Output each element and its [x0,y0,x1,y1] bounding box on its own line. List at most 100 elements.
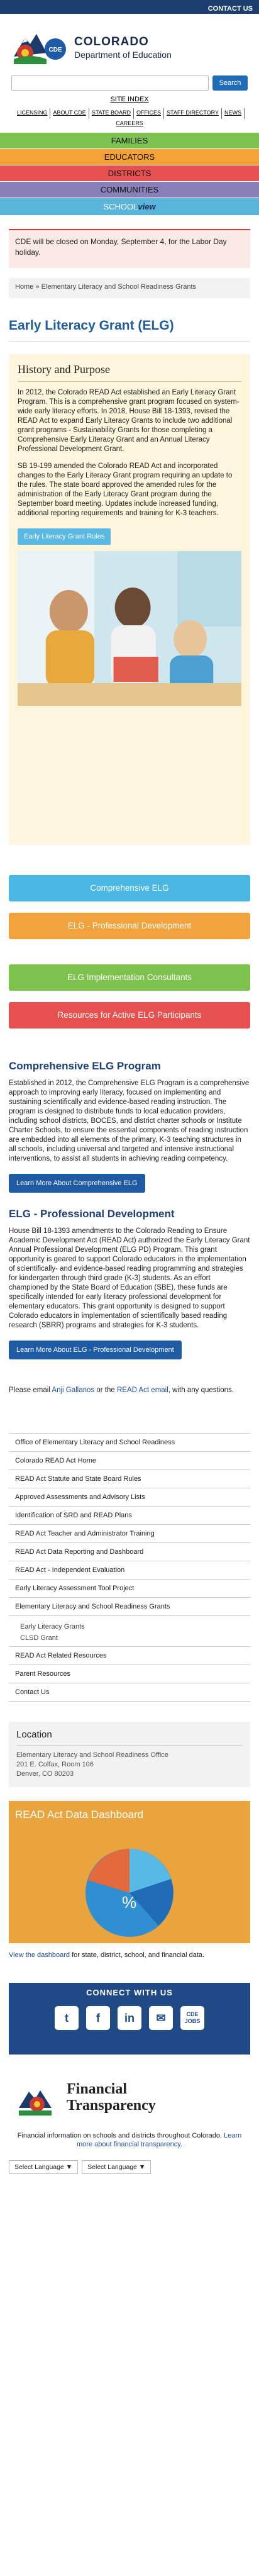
dashboard-caption: View the dashboard for state, district, … [9,1951,250,1960]
twitter-icon[interactable]: t [55,2006,79,2030]
staff-directory-link[interactable]: STAFF DIRECTORY [164,108,223,119]
dashboard-caption-rest: for state, district, school, and financi… [70,1951,205,1959]
sidebar-sub-list: Early Literacy Grants CLSD Grant [9,1616,250,1647]
location-line-3: Denver, CO 80203 [16,1770,74,1778]
location-line-1: Elementary Literacy and School Readiness… [16,1751,168,1759]
sidebar-item[interactable]: Office of Elementary Literacy and School… [9,1434,250,1452]
language-selectors: Select Language ▼ Select Language ▼ [9,2160,250,2174]
careers-link[interactable]: CAREERS [113,119,146,130]
cde-jobs-icon[interactable]: CDE JOBS [180,2006,204,2030]
sidebar-item[interactable]: Contact Us [9,1683,250,1702]
view-dashboard-link[interactable]: View the dashboard [9,1951,70,1959]
sidebar-item[interactable]: READ Act Statute and State Board Rules [9,1470,250,1488]
sidebar-item-active[interactable]: Elementary Literacy and School Readiness… [9,1598,250,1616]
nav-families[interactable]: FAMILIES [0,132,259,148]
breadcrumb-separator: » [35,283,40,291]
sidebar-sub-item[interactable]: CLSD Grant [20,1632,244,1644]
svg-text:CDE: CDE [48,47,62,53]
colorado-logo[interactable]: CDE [11,28,69,67]
professional-development-body: House Bill 18-1393 amendments to the Col… [9,1227,250,1329]
breadcrumb-current: Elementary Literacy and School Readiness… [41,283,196,291]
history-panel: History and Purpose In 2012, the Colorad… [9,354,250,845]
about-cde-link[interactable]: ABOUT CDE [50,108,89,119]
search-input[interactable] [11,75,209,91]
connect-title: CONNECT WITH US [86,1988,173,1997]
learn-more-comprehensive-button[interactable]: Learn More About Comprehensive ELG [9,1174,145,1193]
site-index-link[interactable]: SITE INDEX [110,96,148,103]
contact-suffix: , with any questions. [168,1386,234,1394]
contact-middle: or the [94,1386,117,1394]
sidebar-item[interactable]: Identification of SRD and READ Plans [9,1507,250,1525]
classroom-image-icon [18,551,241,706]
nav-educators[interactable]: EDUCATORS [0,148,259,165]
elg-professional-development-button[interactable]: ELG - Professional Development [9,913,250,939]
nav-districts[interactable]: DISTRICTS [0,165,259,181]
language-select[interactable]: Select Language ▼ [82,2160,152,2174]
contact-us-link[interactable]: CONTACT US [208,5,253,13]
breadcrumb-home[interactable]: Home [15,283,33,291]
svg-text:%: % [122,1893,136,1912]
dashboard-title: READ Act Data Dashboard [15,1809,144,1820]
history-paragraph-2: SB 19-199 amended the Colorado READ Act … [18,462,233,517]
logo-text: COLORADO Department of Education [74,35,172,60]
elg-implementation-consultants-button[interactable]: ELG Implementation Consultants [9,964,250,991]
nav-communities[interactable]: COMMUNITIES [0,181,259,198]
social-icons: t f in ✉ CDE JOBS [15,2006,244,2030]
sidebar-navigation: Office of Elementary Literacy and School… [9,1433,250,1702]
cde-logo-icon: CDE [14,34,66,64]
sidebar-item[interactable]: READ Act Related Resources [9,1647,250,1665]
page-title: Early Literacy Grant (ELG) [9,318,174,333]
sidebar-item[interactable]: Parent Resources [9,1665,250,1683]
connect-with-us: CONNECT WITH US t f in ✉ CDE JOBS [9,1983,250,2055]
search-button[interactable]: Search [212,75,248,91]
offices-link[interactable]: OFFICES [134,108,165,119]
breadcrumb: Home » Elementary Literacy and School Re… [9,278,250,298]
email-icon[interactable]: ✉ [149,2006,173,2030]
linkedin-icon[interactable]: in [118,2006,141,2030]
sidebar-sub-item[interactable]: Early Literacy Grants [20,1621,244,1632]
search-row: Search [0,72,259,93]
closure-alert: CDE will be closed on Monday, September … [9,229,250,268]
professional-development-heading: ELG - Professional Development [9,1208,175,1220]
sidebar-item[interactable]: READ Act Data Reporting and Dashboard [9,1543,250,1561]
learn-more-professional-development-button[interactable]: Learn More About ELG - Professional Deve… [9,1341,182,1359]
site-header: CDE COLORADO Department of Education [0,14,259,72]
contact-paragraph: Please email Anji Gallanos or the READ A… [9,1386,250,1395]
language-select[interactable]: Select Language ▼ [9,2160,79,2174]
state-board-link[interactable]: STATE BOARD [89,108,134,119]
logo-title: COLORADO [74,35,149,48]
history-divider [18,381,241,382]
ft-text-prefix: Financial information on schools and dis… [17,2132,224,2139]
history-paragraph-1: In 2012, the Colorado READ Act establish… [18,389,240,453]
classroom-photo [18,551,241,706]
comprehensive-elg-button[interactable]: Comprehensive ELG [9,875,250,901]
location-divider [16,1745,243,1746]
sidebar-item[interactable]: READ Act - Independent Evaluation [9,1561,250,1580]
sidebar-item[interactable]: Colorado READ Act Home [9,1452,250,1470]
data-dashboard-banner[interactable]: % READ Act Data Dashboard [9,1801,250,1943]
resources-active-elg-button[interactable]: Resources for Active ELG Participants [9,1002,250,1029]
sidebar-item[interactable]: READ Act Teacher and Administrator Train… [9,1525,250,1543]
schoolview-prefix: SCHOOL [103,202,138,211]
contact-prefix: Please email [9,1386,52,1394]
utility-links: LICENSING ABOUT CDE STATE BOARD OFFICES … [0,106,259,132]
news-link[interactable]: NEWS [222,108,245,119]
elg-rules-button[interactable]: Early Literacy Grant Rules [18,528,111,545]
financial-transparency-title: Financial Transparency [67,2081,156,2114]
comprehensive-body: Established in 2012, the Comprehensive E… [9,1079,250,1163]
nav-schoolview[interactable]: SCHOOLview [0,198,259,215]
sidebar-item[interactable]: Early Literacy Assessment Tool Project [9,1580,250,1598]
location-line-2: 201 E. Colfax, Room 106 [16,1761,94,1768]
location-box: Location Elementary Literacy and School … [9,1722,250,1787]
ft-title-line-1: Financial [67,2081,128,2097]
financial-transparency-logo[interactable]: Financial Transparency [9,2067,250,2127]
logo-subtitle: Department of Education [74,49,172,60]
sidebar-item[interactable]: Approved Assessments and Advisory Lists [9,1488,250,1507]
facebook-icon[interactable]: f [86,2006,110,2030]
contact-name-link[interactable]: Anji Gallanos [52,1386,94,1394]
licensing-link[interactable]: LICENSING [14,108,51,119]
ft-title-line-2: Transparency [67,2097,156,2114]
location-heading: Location [16,1729,52,1740]
pie-chart-graphic-icon: % [9,1801,250,1943]
read-act-email-link[interactable]: READ Act email [117,1386,168,1394]
